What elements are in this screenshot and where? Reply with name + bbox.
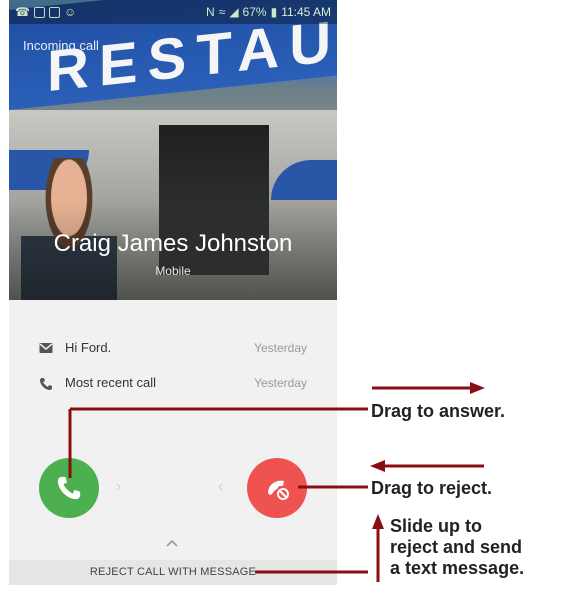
battery-level: 67%	[242, 5, 267, 19]
status-right: N ≈ ◢ 67% ▮ 11:45 AM	[206, 5, 331, 19]
caller-name: Craig James Johnston	[53, 230, 293, 257]
slide-up-arrowhead	[372, 514, 384, 529]
notification-icon-2	[48, 6, 60, 18]
callout-slide-up-line-1: Slide up to	[390, 516, 482, 536]
battery-icon: ▮	[270, 5, 278, 19]
call-status-icon: ☎	[15, 5, 30, 19]
nfc-icon: N	[206, 5, 215, 19]
status-left: ☎ ☺	[15, 5, 76, 19]
reject-arrowhead	[370, 460, 385, 472]
callout-arrows	[68, 382, 485, 582]
answer-arrowhead	[470, 382, 485, 394]
notification-icon	[33, 6, 45, 18]
caller-type: Mobile	[155, 264, 191, 278]
callout-slide-up-line-3: a text message.	[390, 558, 525, 578]
status-time: 11:45 AM	[281, 5, 331, 19]
callout-answer: Drag to answer.	[371, 401, 506, 421]
status-bar: ☎ ☺ N ≈ ◢ 67% ▮ 11:45 AM	[9, 0, 337, 24]
signal-icon: ◢	[229, 5, 239, 19]
callout-slide-up: Slide up to reject and send a text messa…	[390, 516, 524, 579]
person-icon: ☺	[63, 5, 77, 19]
callout-reject: Drag to reject.	[371, 478, 493, 498]
callout-slide-up-line-2: reject and send	[390, 537, 523, 557]
wifi-icon: ≈	[218, 5, 226, 19]
incoming-call-label: Incoming call	[23, 38, 99, 53]
